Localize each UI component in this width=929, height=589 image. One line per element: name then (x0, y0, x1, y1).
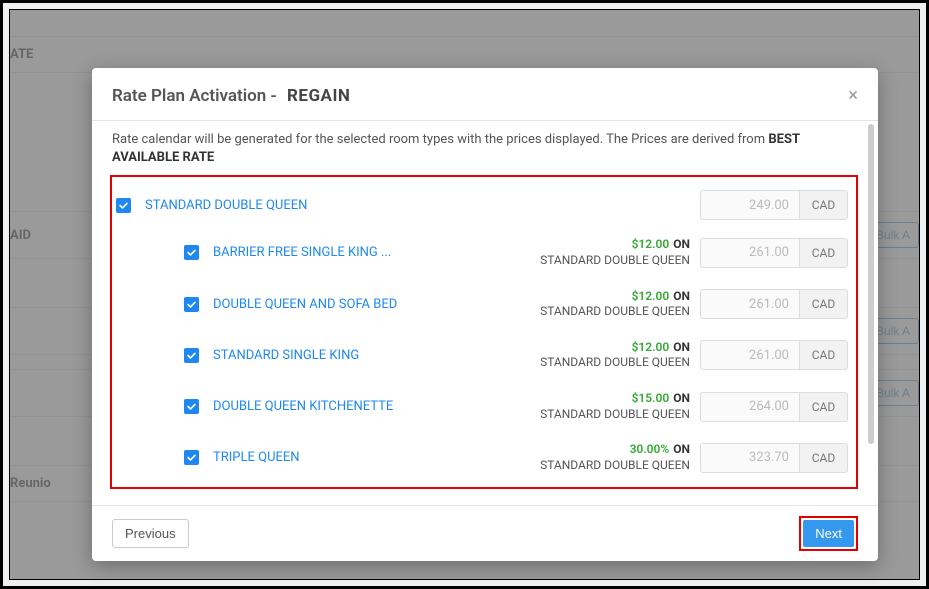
modal-title: Rate Plan Activation - REGAIN (112, 86, 350, 106)
price-child[interactable]: 261.00 (700, 238, 800, 268)
close-icon[interactable]: × (848, 87, 858, 105)
modal-title-prefix: Rate Plan Activation - (112, 86, 277, 106)
modal-footer: Previous Next (92, 505, 878, 561)
derive-base: STANDARD DOUBLE QUEEN (540, 355, 690, 371)
checkbox-child[interactable] (184, 399, 199, 414)
derive-block: $12.00ON STANDARD DOUBLE QUEEN (540, 237, 690, 268)
room-row-child: DOUBLE QUEEN AND SOFA BED$12.00ONSTANDAR… (112, 279, 856, 330)
modal-title-plan: REGAIN (287, 86, 350, 106)
room-list: STANDARD DOUBLE QUEEN 249.00 CAD BARRIER… (112, 179, 856, 485)
derive-on: ON (673, 289, 690, 303)
derive-amount: $12.00 (632, 237, 670, 251)
checkbox-child[interactable] (184, 297, 199, 312)
currency-child: CAD (800, 443, 848, 473)
derive-base: STANDARD DOUBLE QUEEN (540, 253, 690, 269)
price-child[interactable]: 261.00 (700, 289, 800, 319)
room-row-child: STANDARD SINGLE KING$12.00ONSTANDARD DOU… (112, 330, 856, 381)
price-child[interactable]: 323.70 (700, 443, 800, 473)
previous-button[interactable]: Previous (112, 519, 189, 548)
room-row-child: DOUBLE QUEEN KITCHENETTE $15.00ON STANDARD… (112, 381, 856, 432)
derive-amount: $12.00 (632, 289, 670, 303)
currency-parent: CAD (800, 190, 848, 220)
price-child[interactable]: 264.00 (700, 392, 800, 422)
price-child[interactable]: 261.00 (700, 340, 800, 370)
next-button-highlight: Next (799, 516, 858, 551)
currency-child: CAD (800, 340, 848, 370)
derive-base: STANDARD DOUBLE QUEEN (540, 304, 690, 320)
room-name-child[interactable]: DOUBLE QUEEN KITCHENETTE (213, 399, 540, 414)
derive-block: $15.00ON STANDARD DOUBLE QUEEN (540, 391, 690, 422)
derive-on: ON (673, 442, 690, 456)
room-name-child[interactable]: STANDARD SINGLE KING (213, 348, 540, 363)
currency-child: CAD (800, 238, 848, 268)
derive-on: ON (673, 237, 690, 251)
room-name-parent[interactable]: STANDARD DOUBLE QUEEN (145, 198, 700, 213)
room-name-child[interactable]: BARRIER FREE SINGLE KING ... (213, 245, 540, 260)
room-row-parent: STANDARD DOUBLE QUEEN 249.00 CAD (112, 179, 856, 227)
modal-header: Rate Plan Activation - REGAIN × (92, 68, 878, 121)
modal-description: Rate calendar will be generated for the … (92, 121, 878, 175)
derive-on: ON (673, 391, 690, 405)
room-name-child[interactable]: TRIPLE QUEEN (213, 450, 540, 465)
derive-block: $12.00ONSTANDARD DOUBLE QUEEN (540, 340, 690, 371)
checkbox-child[interactable] (184, 348, 199, 363)
room-row-child: TRIPLE QUEEN 30.00%ON STANDARD DOUBLE QUEE… (112, 432, 856, 483)
derive-amount: $12.00 (632, 340, 670, 354)
modal-desc-text: Rate calendar will be generated for the … (112, 132, 768, 147)
derive-amount: $15.00 (632, 391, 670, 405)
checkbox-child[interactable] (184, 245, 199, 260)
derive-amount: 30.00% (630, 442, 670, 456)
derive-base: STANDARD DOUBLE QUEEN (540, 407, 690, 423)
checkbox-parent[interactable] (116, 198, 131, 213)
checkbox-child[interactable] (184, 450, 199, 465)
currency-child: CAD (800, 392, 848, 422)
derive-on: ON (673, 340, 690, 354)
derive-block: $12.00ONSTANDARD DOUBLE QUEEN (540, 289, 690, 320)
rate-plan-modal: Rate Plan Activation - REGAIN × Rate cal… (92, 68, 878, 561)
modal-body: STANDARD DOUBLE QUEEN 249.00 CAD BARRIER… (92, 175, 878, 505)
room-row-child: BARRIER FREE SINGLE KING ... $12.00ON STAN… (112, 227, 856, 278)
outer-frame: ATE AID Bulk A Bulk A Bulk A Reunio (0, 0, 929, 589)
next-button[interactable]: Next (803, 520, 854, 547)
currency-child: CAD (800, 289, 848, 319)
room-name-child[interactable]: DOUBLE QUEEN AND SOFA BED (213, 297, 540, 312)
derive-block: 30.00%ON STANDARD DOUBLE QUEEN (540, 442, 690, 473)
inner-frame: ATE AID Bulk A Bulk A Bulk A Reunio (9, 9, 920, 580)
derive-base: STANDARD DOUBLE QUEEN (540, 458, 690, 474)
price-parent[interactable]: 249.00 (700, 190, 800, 220)
room-row-child: EXTERIOR ACCESS DOUBLE QU...$10.00ONSTAN… (112, 483, 856, 485)
